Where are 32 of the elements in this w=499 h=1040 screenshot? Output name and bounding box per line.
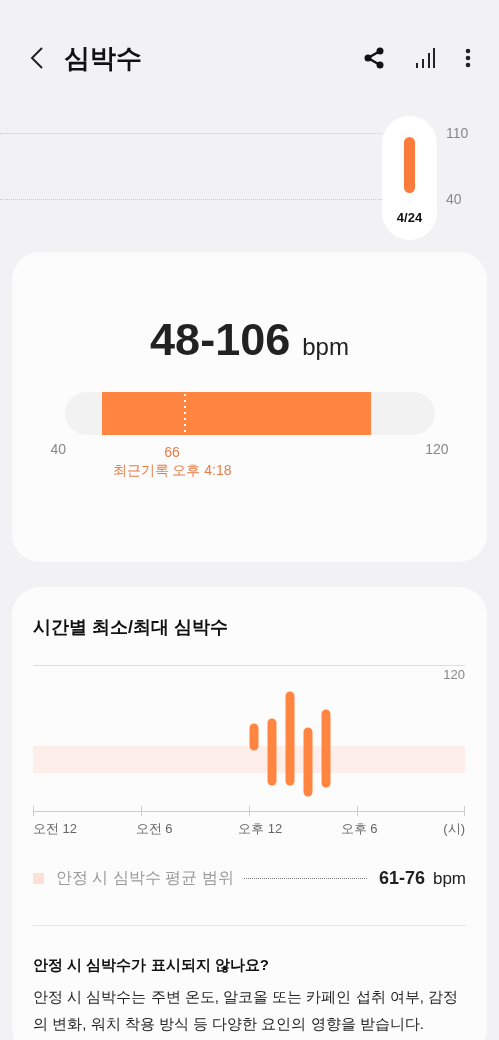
axis-label: 120 xyxy=(443,667,465,682)
axis-label: 110 xyxy=(446,125,469,141)
heart-rate-range: 48-106 xyxy=(150,314,291,366)
help-text: 안정 시 심박수는 주변 온도, 알코올 또는 카페인 섭취 여부, 감정의 변화, 워치 착용 방식 등 다양한 요인의 영향을 받습니다. xyxy=(33,987,459,1034)
more-button[interactable] xyxy=(465,48,471,68)
range-bar xyxy=(404,137,415,193)
page-title: 심박수 xyxy=(64,41,143,75)
legend-label: 안정 시 심박수 평균 범위 xyxy=(56,868,234,888)
axis-label: 오전 12 xyxy=(33,820,79,838)
back-icon xyxy=(30,46,44,70)
share-icon xyxy=(363,47,385,69)
latest-record-label: 최근기록 오후 4:18 xyxy=(112,461,232,479)
axis-label: 오후 12 xyxy=(238,820,284,838)
axis-unit: (시) xyxy=(443,820,465,838)
help-question: 안정 시 심박수가 표시되지 않나요? xyxy=(33,956,270,975)
unit-label: bpm xyxy=(432,868,466,889)
latest-value: 66 xyxy=(164,443,180,461)
card-title: 시간별 최소/최대 심박수 xyxy=(33,616,229,639)
axis-label: 40 xyxy=(446,191,462,207)
day-column[interactable]: 4/24 xyxy=(382,116,437,240)
share-button[interactable] xyxy=(363,47,385,69)
unit-label: bpm xyxy=(302,333,349,361)
back-button[interactable] xyxy=(30,46,44,70)
legend-swatch xyxy=(33,873,44,884)
axis-label: 오후 6 xyxy=(340,820,379,838)
axis-label: 오전 6 xyxy=(135,820,174,838)
scale-label: 40 xyxy=(50,441,67,459)
bar-chart-icon xyxy=(415,47,435,69)
legend-value: 61-76 xyxy=(378,868,425,889)
scale-label: 120 xyxy=(425,441,449,459)
more-icon xyxy=(465,48,471,68)
chart-button[interactable] xyxy=(415,47,435,69)
